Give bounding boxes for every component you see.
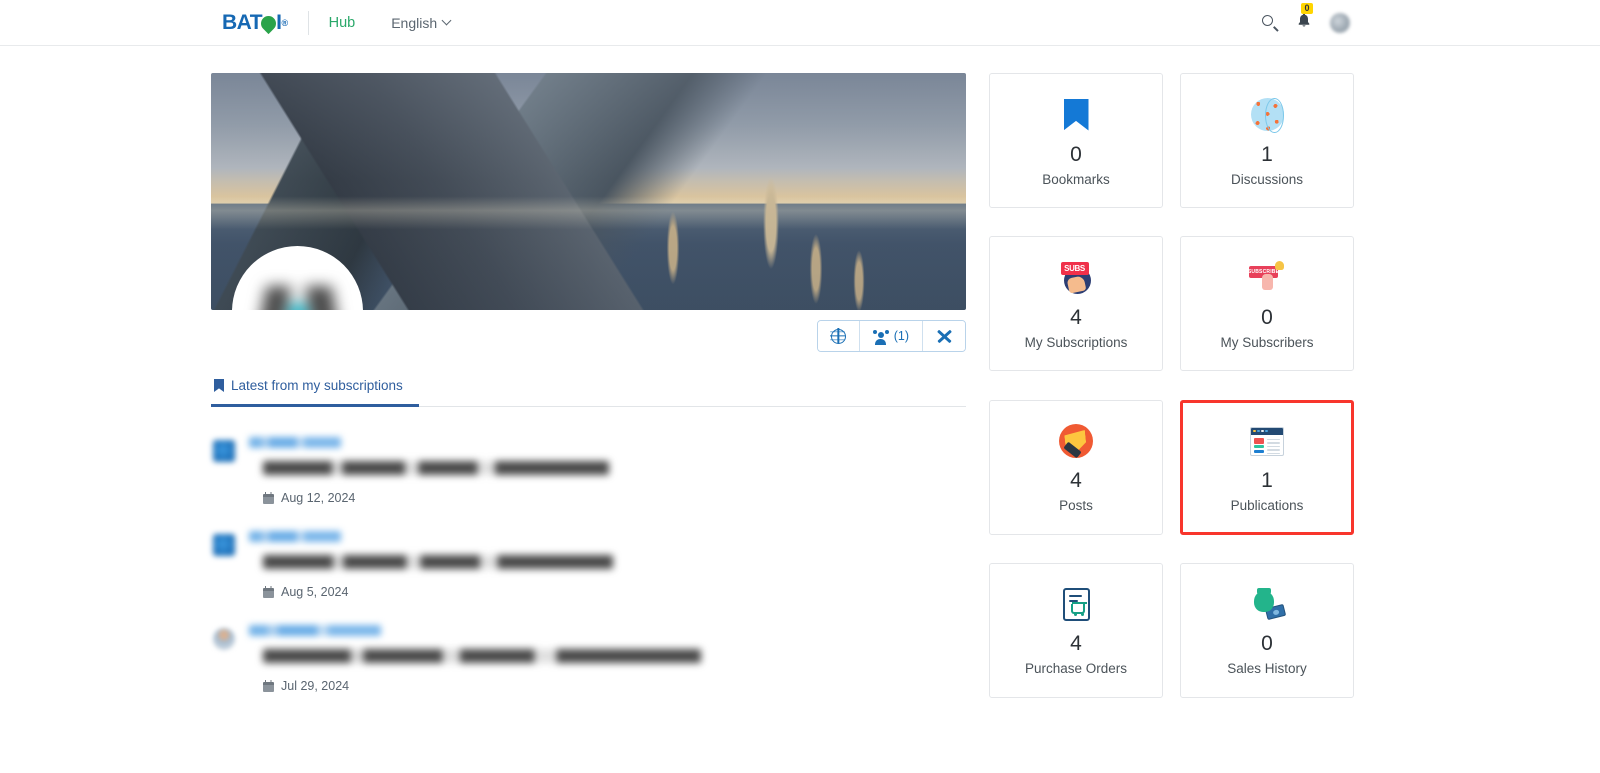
list-item[interactable]: Jul 29, 2024	[211, 615, 966, 709]
publication-icon	[1250, 421, 1284, 461]
language-selector[interactable]: English	[391, 14, 452, 31]
logo-text: BAT	[222, 10, 263, 34]
stat-label: Sales History	[1227, 661, 1307, 677]
stat-label: My Subscribers	[1220, 334, 1314, 350]
stat-card-sales-history[interactable]: 0 Sales History	[1180, 562, 1354, 698]
feed-date-text: Jul 29, 2024	[281, 679, 350, 693]
sales-history-icon	[1249, 584, 1287, 624]
brand-zone: BAT I ® Hub English	[222, 10, 452, 35]
stat-card-my-subscribers[interactable]: SUBSCRIBE 0 My Subscribers	[1180, 236, 1354, 372]
list-item[interactable]: Aug 5, 2024	[211, 521, 966, 615]
notification-count-badge: 0	[1301, 2, 1313, 15]
list-item[interactable]: Aug 12, 2024	[211, 427, 966, 521]
user-avatar[interactable]	[1330, 12, 1350, 33]
profile-column: (1) Latest from my subscriptions Aug 12,…	[211, 73, 966, 709]
stat-value: 1	[1261, 142, 1273, 166]
subscribers-icon: SUBSCRIBE	[1248, 258, 1285, 298]
pen-icon	[1059, 421, 1093, 461]
stat-card-bookmarks[interactable]: 0 Bookmarks	[989, 73, 1163, 208]
feed-author-name-redacted[interactable]	[249, 437, 341, 448]
feed-date-text: Aug 5, 2024	[281, 585, 349, 599]
profile-avatar[interactable]	[232, 246, 363, 310]
feed-item-title-redacted[interactable]	[263, 649, 701, 663]
nav-item-hub[interactable]: Hub	[329, 15, 356, 31]
chevron-down-icon	[441, 15, 452, 26]
profile-avatar-image	[254, 285, 341, 310]
feed-item-title-redacted[interactable]	[263, 461, 609, 475]
stat-label: Purchase Orders	[1024, 661, 1128, 677]
settings-tools-button[interactable]	[923, 321, 965, 351]
subs-tag-label: SUBS	[1060, 262, 1089, 276]
registered-mark: ®	[281, 17, 288, 28]
people-icon	[872, 329, 889, 345]
calendar-icon	[263, 491, 274, 504]
calendar-icon	[263, 585, 274, 598]
stat-value: 4	[1070, 632, 1082, 656]
stat-value: 4	[1070, 305, 1082, 329]
batoi-logo[interactable]: BAT I ®	[222, 11, 288, 35]
subscriptions-feed: Aug 12, 2024 Aug 5, 2024 Jul 29, 2024	[211, 427, 966, 709]
stat-label: Discussions	[1230, 171, 1304, 187]
top-navigation-bar: BAT I ® Hub English 0	[0, 0, 1600, 46]
stats-grid: 0 Bookmarks 1 Discussions SUBS 4 My Subs…	[989, 73, 1354, 709]
feed-date-text: Aug 12, 2024	[281, 491, 356, 505]
stat-label: Publications	[1230, 498, 1304, 513]
stat-card-my-subscriptions[interactable]: SUBS 4 My Subscriptions	[989, 236, 1163, 372]
stat-card-posts[interactable]: 4 Posts	[989, 399, 1163, 535]
feed-author-name-redacted[interactable]	[249, 625, 381, 636]
feed-item-body: Aug 12, 2024	[249, 437, 966, 505]
stat-label: Bookmarks	[1042, 171, 1110, 187]
bell-icon	[1298, 12, 1310, 27]
feed-item-date: Aug 5, 2024	[263, 585, 966, 599]
feed-author-avatar	[213, 440, 235, 462]
stat-value: 4	[1070, 469, 1082, 492]
stat-label: My Subscriptions	[1024, 334, 1128, 350]
connections-count: (1)	[893, 329, 909, 343]
cover-photo[interactable]	[211, 73, 966, 310]
stat-card-publications[interactable]: 1 Publications	[1180, 399, 1354, 535]
stat-card-purchase-orders[interactable]: 4 Purchase Orders	[989, 562, 1163, 698]
feed-item-body: Aug 5, 2024	[249, 531, 966, 599]
notifications-button[interactable]: 0	[1296, 2, 1313, 34]
page-container: (1) Latest from my subscriptions Aug 12,…	[0, 46, 1600, 709]
connections-button[interactable]: (1)	[859, 321, 923, 351]
bookmark-icon	[1063, 95, 1089, 135]
stat-value: 0	[1261, 305, 1273, 329]
stat-label: Posts	[1059, 498, 1093, 513]
profile-tabs: Latest from my subscriptions	[211, 378, 966, 407]
website-button[interactable]	[817, 321, 860, 351]
purchase-order-icon	[1062, 584, 1090, 624]
language-label: English	[391, 14, 438, 31]
feed-author-avatar	[213, 534, 235, 556]
feed-author-name-redacted[interactable]	[249, 531, 341, 542]
profile-action-group: (1)	[816, 320, 966, 352]
header-divider	[307, 10, 309, 35]
globe-icon	[830, 328, 846, 344]
stat-value: 1	[1261, 469, 1273, 492]
tab-latest-from-my-subscriptions[interactable]: Latest from my subscriptions	[211, 378, 419, 407]
calendar-icon	[263, 679, 274, 692]
header-actions: 0	[1262, 2, 1350, 34]
stat-value: 0	[1070, 142, 1082, 166]
globe-network-icon	[1250, 95, 1284, 135]
feed-item-date: Aug 12, 2024	[263, 491, 966, 505]
feed-item-title-redacted[interactable]	[263, 555, 613, 569]
tools-icon	[936, 329, 952, 344]
feed-author-avatar	[213, 628, 235, 650]
subscriptions-icon: SUBS	[1059, 258, 1094, 298]
tab-label: Latest from my subscriptions	[231, 378, 403, 393]
search-icon[interactable]	[1262, 14, 1279, 32]
profile-actions-row: (1)	[211, 320, 966, 352]
stat-value: 0	[1261, 632, 1273, 656]
feed-item-body: Jul 29, 2024	[249, 625, 966, 693]
stat-card-discussions[interactable]: 1 Discussions	[1180, 73, 1354, 208]
feed-item-date: Jul 29, 2024	[263, 679, 966, 693]
bookmark-icon	[214, 379, 224, 392]
